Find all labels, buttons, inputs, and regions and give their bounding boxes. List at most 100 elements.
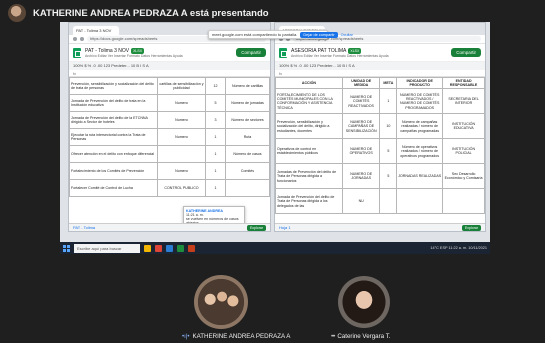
sheet-cell[interactable]: INSTITUCIÓN POLICIAL bbox=[442, 138, 485, 165]
format-toolbar[interactable]: 100% $ % .0 .00 123 Predeter... 10 B I S… bbox=[69, 62, 270, 70]
sheet-cell[interactable]: 1 bbox=[379, 88, 398, 115]
column-header[interactable]: META bbox=[379, 76, 398, 90]
column-header[interactable]: ENTIDAD RESPONSABLE bbox=[442, 76, 485, 90]
format-toolbar[interactable]: 100% $ % .0 .00 123 Predeter... 10 B I S… bbox=[275, 62, 485, 70]
sheet-cell[interactable]: 1 bbox=[205, 162, 226, 180]
sheet-cell[interactable]: Comités bbox=[225, 162, 270, 180]
sheet-cell[interactable]: 10 bbox=[379, 113, 398, 140]
sheet-cell[interactable]: 1 bbox=[205, 179, 226, 197]
formula-bar[interactable]: fx bbox=[69, 70, 270, 77]
sheet-cell[interactable] bbox=[442, 188, 485, 215]
sheet-cell[interactable]: Numero bbox=[157, 94, 206, 112]
sheet-cell[interactable]: CONTROL PUBLICO bbox=[157, 179, 206, 197]
table-row[interactable]: Prevención, sensibilización y socializac… bbox=[69, 77, 270, 95]
taskbar-search-input[interactable]: Escribe aquí para buscar bbox=[74, 243, 140, 253]
sheet-cell[interactable]: cartillas de sensibilización y publicida… bbox=[157, 77, 206, 95]
explore-button[interactable]: Explorar bbox=[246, 225, 266, 231]
table-row[interactable]: Jornadas de Prevención del delito de Tra… bbox=[275, 163, 485, 190]
reload-icon[interactable] bbox=[80, 37, 84, 41]
sheet-cell[interactable]: Número de casos bbox=[225, 145, 270, 163]
participant-tile[interactable] bbox=[178, 272, 264, 332]
windows-start-icon[interactable] bbox=[63, 244, 70, 252]
sheet-cell[interactable]: 5 bbox=[205, 94, 226, 112]
explore-button[interactable]: Explorar bbox=[461, 225, 481, 231]
sheet-cell[interactable]: Jornada de Prevención del delito de la E… bbox=[69, 111, 158, 129]
sheet-cell[interactable]: Sec Desarrollo Económico y Comisaría bbox=[442, 163, 485, 190]
sheet-cell[interactable]: SECRETARIA DEL INTERIOR bbox=[442, 88, 485, 115]
doc-title-text[interactable]: ASESORIA PAT TOLIMA bbox=[291, 48, 346, 54]
table-row[interactable]: Prevención, sensibilización y socializac… bbox=[275, 113, 485, 140]
sheet-cell[interactable] bbox=[157, 145, 206, 163]
table-row[interactable]: Fortalecimiento de los Comités de Preven… bbox=[69, 162, 270, 180]
sheet-cell[interactable]: 1 bbox=[205, 128, 226, 146]
sheet-cell[interactable]: Número de sectores bbox=[225, 111, 270, 129]
table-row[interactable]: Operativos de control en establecimiento… bbox=[275, 138, 485, 165]
sheet-cell[interactable]: JORNADAS REALIZADAS bbox=[396, 163, 444, 190]
sheet-cell[interactable]: Ofrecer atención en el delito con enfoqu… bbox=[69, 145, 158, 163]
doc-title-text[interactable]: PAT - Tolima 3 NOV bbox=[85, 48, 129, 54]
sheet-cell[interactable]: NUMERO DE JORNADAS bbox=[341, 163, 381, 190]
sheet-cell[interactable]: Fortalecimiento de los Comités de Preven… bbox=[69, 162, 158, 180]
back-icon[interactable] bbox=[73, 37, 77, 41]
sheet-cell[interactable]: 5 bbox=[379, 163, 398, 190]
sheet-cell[interactable]: Número de operativos realizados / número… bbox=[396, 138, 444, 165]
sheet-cell[interactable]: Número de campañas realizadas / número d… bbox=[396, 113, 444, 140]
sheet-cell[interactable]: Numero bbox=[157, 162, 206, 180]
sheet-cell[interactable]: 5 bbox=[379, 138, 398, 165]
more-options-icon[interactable]: ••• bbox=[331, 334, 335, 340]
sheet-cell[interactable]: Número de jornadas bbox=[225, 94, 270, 112]
column-header[interactable]: ACCIÓN bbox=[275, 76, 343, 90]
sheet-cell[interactable]: NUMERO DE COMITÉS REACTIVADOS / NUMERO D… bbox=[396, 88, 444, 115]
sheet-cell[interactable]: NUMERO DE COMITÉS REACTIVADOS bbox=[341, 88, 381, 115]
sheet-tab[interactable]: PAT - Tolima bbox=[73, 225, 95, 230]
sheet-cell[interactable]: Jornada de Prevención del delito de Trat… bbox=[275, 188, 343, 215]
excel-icon[interactable] bbox=[177, 244, 184, 252]
sheet-cell[interactable]: 12 bbox=[205, 77, 226, 95]
table-row[interactable]: Ejecutar la ruta intersectorial contra l… bbox=[69, 128, 270, 146]
sheet-cell[interactable]: Ruta bbox=[225, 128, 270, 146]
sheet-cell[interactable]: NU bbox=[341, 188, 381, 215]
share-button[interactable]: Compartir bbox=[236, 48, 266, 57]
sheet-cell[interactable]: FORTALECIMIENTO DE LOS COMITÉS MUNICIPAL… bbox=[275, 88, 343, 115]
table-row[interactable]: Jornada de Prevención del delito de Trat… bbox=[275, 188, 485, 215]
sheet-cell[interactable]: Número de cartillas bbox=[225, 77, 270, 95]
sheet-cell[interactable] bbox=[379, 188, 398, 215]
chrome-icon[interactable] bbox=[155, 244, 162, 252]
sheet-cell[interactable]: NUMERO DE OPERATIVOS bbox=[341, 138, 381, 165]
right-sheet-grid[interactable]: ACCIÓN UNIDAD DE MEDIDA META INDICADOR DE P… bbox=[275, 76, 485, 215]
stop-sharing-button[interactable]: Dejar de compartir bbox=[300, 31, 338, 38]
menu-bar[interactable]: Archivo Editar Ver Insertar Formato Dato… bbox=[291, 54, 447, 58]
sheet-cell[interactable]: NUMERO DE CAMPAÑAS DE SENSIBILIZACIÓN bbox=[341, 113, 381, 140]
word-icon[interactable] bbox=[166, 244, 173, 252]
sheet-cell[interactable]: 1 bbox=[205, 145, 226, 163]
sheet-cell[interactable]: Jornada de Prevención del delito de trat… bbox=[69, 94, 158, 112]
column-header[interactable]: INDICADOR DE PRODUCTO bbox=[396, 76, 444, 90]
sheets-logo-icon[interactable] bbox=[73, 47, 81, 58]
sheet-cell[interactable]: Prevención, sensibilización y socializac… bbox=[275, 113, 343, 140]
column-header[interactable]: UNIDAD DE MEDIDA bbox=[341, 76, 381, 90]
sheet-cell[interactable]: Ejecutar la ruta intersectorial contra l… bbox=[69, 128, 158, 146]
menu-bar[interactable]: Archivo Editar Ver Insertar Formato Dato… bbox=[85, 54, 232, 58]
sheet-cell[interactable]: Operativos de control en establecimiento… bbox=[275, 138, 343, 165]
sheet-cell[interactable]: Fortalecer Comité de Control de Lucha bbox=[69, 179, 158, 197]
table-row[interactable]: Ofrecer atención en el delito con enfoqu… bbox=[69, 145, 270, 163]
table-row[interactable]: Fortalecer Comité de Control de Lucha CON… bbox=[69, 179, 270, 197]
table-row[interactable]: FORTALECIMIENTO DE LOS COMITÉS MUNICIPAL… bbox=[275, 88, 485, 115]
powerpoint-icon[interactable] bbox=[188, 244, 195, 252]
hide-banner-button[interactable]: Ocultar bbox=[341, 33, 353, 37]
sheet-cell[interactable] bbox=[225, 179, 270, 197]
left-sheet-grid[interactable]: Prevención, sensibilización y socializac… bbox=[69, 77, 270, 197]
sheet-cell[interactable]: Prevención, sensibilización y socializac… bbox=[69, 77, 158, 95]
sheet-cell[interactable]: INSTITUCIÓN EDUCATIVA bbox=[442, 113, 485, 140]
sheet-cell[interactable]: Numero bbox=[157, 128, 206, 146]
sheets-logo-icon[interactable] bbox=[279, 47, 287, 58]
formula-bar[interactable]: fx bbox=[275, 70, 485, 77]
participant-tile[interactable] bbox=[321, 272, 407, 332]
browser-tab[interactable]: PAT - Tolima 3 NOV bbox=[73, 26, 119, 35]
table-row[interactable]: Jornada de Prevención del delito de la E… bbox=[69, 111, 270, 129]
table-row[interactable]: Jornada de Prevención del delito de trat… bbox=[69, 94, 270, 112]
file-explorer-icon[interactable] bbox=[144, 244, 151, 252]
system-tray[interactable]: 14°C ESP 11:22 a. m. 10/11/2021 bbox=[430, 246, 490, 250]
sheet-cell[interactable] bbox=[396, 188, 444, 215]
sheet-cell[interactable]: 3 bbox=[205, 111, 226, 129]
